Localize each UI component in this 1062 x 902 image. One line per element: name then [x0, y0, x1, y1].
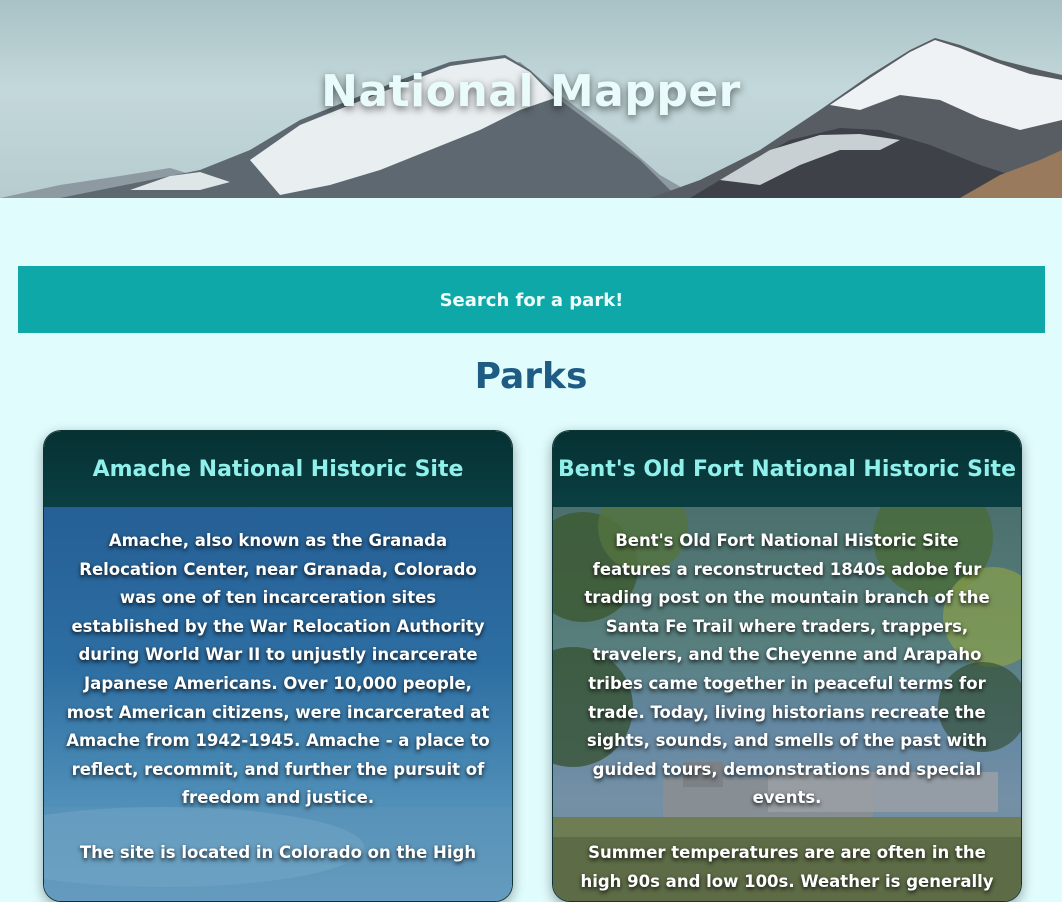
- park-description-extra: Summer temperatures are are often in the…: [580, 842, 994, 891]
- park-card-header: Bent's Old Fort National Historic Site: [553, 431, 1021, 507]
- park-card-body: Amache, also known as the Granada Reloca…: [44, 507, 512, 901]
- parks-heading: Parks: [474, 356, 588, 397]
- park-description: Amache, also known as the Granada Reloca…: [66, 531, 490, 808]
- park-card-body: Bent's Old Fort National Historic Site f…: [553, 507, 1021, 901]
- park-name: Amache National Historic Site: [92, 456, 464, 482]
- park-description-extra: The site is located in Colorado on the H…: [79, 842, 477, 862]
- park-card[interactable]: Amache National Historic Site Amache, al…: [43, 430, 513, 902]
- site-title: National Mapper: [321, 66, 741, 117]
- park-description: Bent's Old Fort National Historic Site f…: [584, 531, 990, 808]
- hero-banner: National Mapper: [0, 0, 1062, 198]
- park-name: Bent's Old Fort National Historic Site: [557, 456, 1016, 482]
- park-card-header: Amache National Historic Site: [44, 431, 512, 507]
- search-park-button[interactable]: Search for a park!: [18, 266, 1045, 333]
- park-card[interactable]: Bent's Old Fort National Historic Site B…: [552, 430, 1022, 902]
